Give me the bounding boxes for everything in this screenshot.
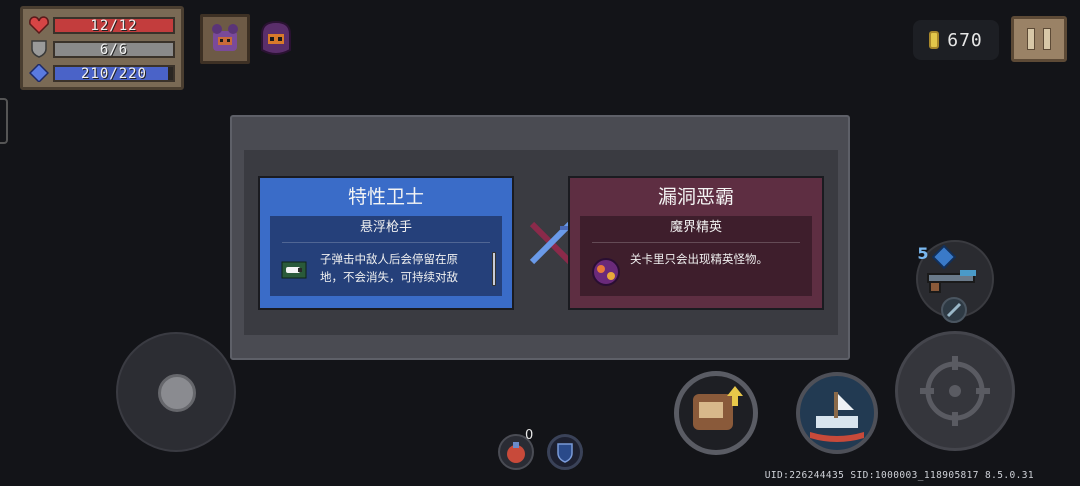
coin-amount: 670 [947,29,983,51]
movement-joystick[interactable] [116,332,236,452]
pickaxe-icon [946,302,962,318]
status-panel: 12/12 6/6 210/220 [20,6,184,90]
card-title: 漏洞恶霸 [657,186,734,208]
side-drawer-handle[interactable] [0,98,8,144]
character-buff-icon [212,24,238,51]
character-skill-icon [693,386,743,430]
challenge-modal: 特性卫士 悬浮枪手 子弹击中敌人后会停留在原 地，不会消失，可持续对敌 漏洞恶霸… [230,115,850,360]
skill-button[interactable] [674,371,758,455]
energy-bar: 210/220 [53,64,175,82]
crosshair-icon [920,356,990,426]
badge-icon [557,443,573,463]
coin-counter: 670 [913,20,999,60]
armor-bar: 6/6 [53,40,175,58]
card-description: 子弹击中敌人后会停留在原 地，不会消失，可持续对敌 [320,250,488,286]
armor-text: 6/6 [99,41,129,58]
trait-card-left[interactable]: 特性卫士 悬浮枪手 子弹击中敌人后会停留在原 地，不会消失，可持续对敌 [258,176,514,310]
modal-content: 特性卫士 悬浮枪手 子弹击中敌人后会停留在原 地，不会消失，可持续对敌 漏洞恶霸… [244,150,838,335]
desc-line: 子弹击中敌人后会停留在原 [320,252,458,266]
card-title: 特性卫士 [347,186,424,208]
card-description: 关卡里只会出现精英怪物。 [630,250,798,268]
trait-card-right[interactable]: 漏洞恶霸 魔界精英 关卡里只会出现精英怪物。 [568,176,824,310]
pause-icon-bar [1043,28,1051,50]
ship-icon [810,392,864,442]
uid-text: UID:226244435 SID:1000003_118905817 8.5.… [764,470,1034,481]
weapon-energy-cost: 5 [917,244,929,263]
pause-icon [1027,28,1035,50]
card-subtitle: 悬浮枪手 [359,220,412,235]
card-subtitle: 魔界精英 [669,220,722,235]
diamond-icon [28,62,50,84]
desc-line: 地，不会消失，可持续对敌 [320,270,458,284]
hp-bar: 12/12 [53,16,175,34]
bullet-icon [280,256,308,284]
desc-line: 关卡里只会出现精英怪物。 [630,252,768,266]
description-scrollbar[interactable] [492,252,496,286]
heart-icon [29,16,49,35]
secondary-weapon-button[interactable] [941,297,967,323]
item-slot[interactable] [547,434,583,470]
card-body: 悬浮枪手 子弹击中敌人后会停留在原 地，不会消失，可持续对敌 [270,216,502,296]
divider [282,242,490,243]
buff-slot[interactable] [200,14,250,64]
item-count: 0 [525,428,534,443]
hp-row: 12/12 [29,13,175,37]
coin-icon [929,31,940,49]
energy-row: 210/220 [28,61,175,85]
pause-button[interactable] [1011,16,1067,62]
helmet-buff-icon[interactable] [258,20,294,58]
energy-cost-icon [931,244,957,270]
shield-icon [29,40,49,58]
card-body: 魔界精英 关卡里只会出现精英怪物。 [580,216,812,296]
divider [592,242,800,243]
energy-text: 210/220 [80,65,147,82]
special-ability-button[interactable] [796,372,878,454]
elite-monster-icon [590,256,620,286]
armor-row: 6/6 [29,37,175,61]
attack-button[interactable] [895,331,1015,451]
hp-text: 12/12 [90,17,138,34]
joystick-knob[interactable] [158,374,196,412]
